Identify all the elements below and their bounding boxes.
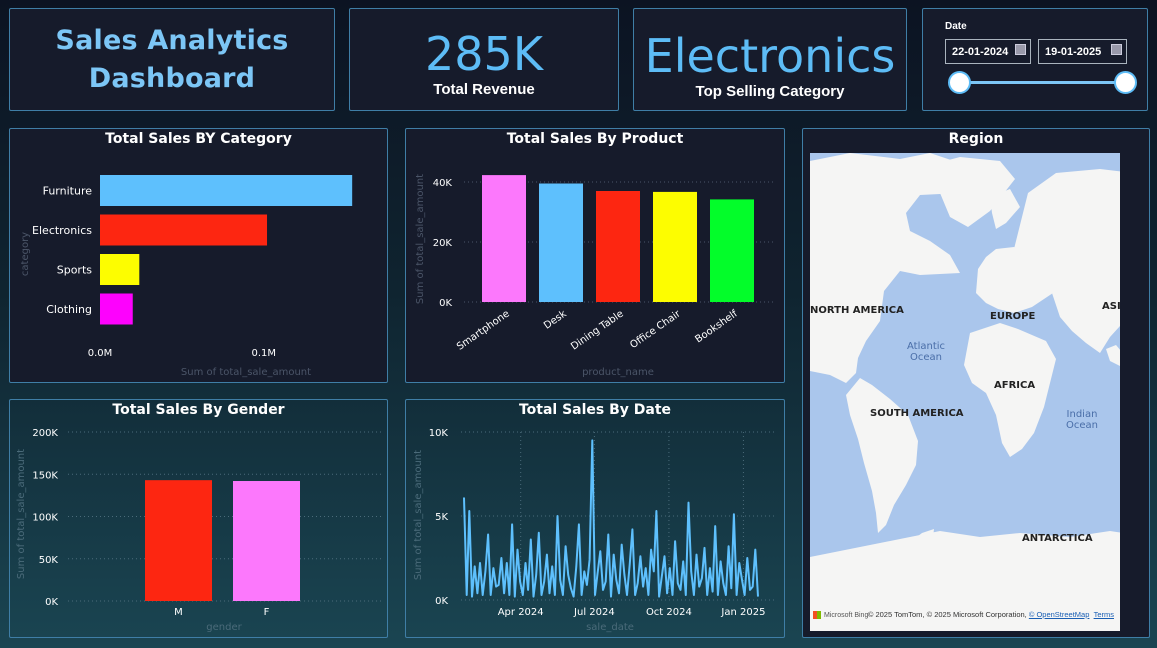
gender-y-tick-label: 0K [45, 597, 58, 608]
map-label-africa: AFRICA [994, 380, 1035, 391]
kpi-total-revenue-value: 285K [425, 27, 543, 81]
category-tick-label: Sports [57, 264, 93, 277]
product-bar-chart: Sum of total_sale_amount product_name 0K… [415, 174, 776, 378]
gender-y-axis-title: Sum of total_sale_amount [16, 449, 27, 579]
product-y-axis-title: Sum of total_sale_amount [415, 174, 426, 304]
kpi-top-category-label: Top Selling Category [695, 83, 845, 100]
dashboard-title: Sales Analytics Dashboard [55, 22, 288, 98]
date-y-axis-title: Sum of total_sale_amount [413, 450, 424, 580]
kpi-total-revenue-label: Total Revenue [433, 81, 535, 98]
date-slicer: Date 22-01-2024 19-01-2025 [922, 8, 1148, 111]
bing-logo: Microsoft Bing [813, 611, 868, 619]
category-bar[interactable] [100, 293, 133, 325]
gender-x-tick-label: F [264, 607, 270, 618]
terms-link[interactable]: Terms [1094, 610, 1114, 619]
date-sales-line[interactable] [463, 439, 759, 598]
product-bar[interactable] [539, 183, 583, 303]
map-label-indian-ocean: Indian Ocean [1066, 409, 1098, 431]
map-label-asia: ASIA [1102, 301, 1120, 312]
map-attribution: © 2025 TomTom, © 2025 Microsoft Corporat… [868, 610, 1114, 619]
bing-logo-text: Microsoft Bing [824, 611, 869, 619]
category-chart-card: Total Sales BY Category category Sum of … [9, 128, 388, 383]
gender-y-tick-label: 100K [32, 513, 58, 524]
category-bar[interactable] [100, 175, 353, 206]
product-x-tick-label: Dining Table [569, 308, 626, 352]
category-x-tick-label: 0.1M [251, 348, 276, 359]
category-bar-chart: category Sum of total_sale_amount Furnit… [20, 175, 353, 378]
product-bar[interactable] [482, 175, 526, 302]
world-map-image: NORTH AMERICA ASIA EUROPE AtlanticOcean … [810, 153, 1120, 631]
map-label-europe: EUROPE [990, 311, 1035, 322]
map-label-atlantic-ocean: Atlantic Ocean [907, 341, 945, 363]
category-bar[interactable] [100, 254, 140, 285]
dashboard-title-card: Sales Analytics Dashboard [9, 8, 335, 111]
gender-bar[interactable] [233, 481, 300, 601]
product-chart-card: Total Sales By Product Sum of total_sale… [405, 128, 785, 383]
product-bar[interactable] [710, 199, 754, 302]
date-line-chart: Sum of total_sale_amount sale_date 0K 5K 1… [413, 428, 776, 633]
date-chart-card: Total Sales By Date Sum of total_sale_am… [405, 399, 785, 638]
kpi-top-category-card: Electronics Top Selling Category [633, 8, 907, 111]
map-label-north-america: NORTH AMERICA [810, 305, 904, 316]
gender-bar[interactable] [145, 480, 212, 601]
product-x-tick-label: Bookshelf [693, 308, 740, 345]
category-bar[interactable] [100, 214, 268, 246]
product-y-tick-label: 0K [439, 298, 452, 309]
region-map[interactable]: NORTH AMERICA ASIA EUROPE AtlanticOcean … [810, 153, 1120, 631]
gender-y-tick-label: 50K [39, 555, 59, 566]
gender-y-tick-label: 150K [32, 470, 58, 481]
end-date-value: 19-01-2025 [1045, 45, 1102, 58]
date-y-tick-label: 10K [429, 428, 449, 439]
gender-x-tick-label: M [174, 607, 183, 618]
end-date-input[interactable]: 19-01-2025 [1038, 39, 1127, 64]
category-tick-label: Clothing [46, 303, 92, 316]
category-tick-label: Furniture [43, 185, 93, 198]
product-x-tick-label: Desk [542, 308, 569, 331]
calendar-icon[interactable] [1111, 44, 1122, 55]
date-slicer-label: Date [945, 21, 967, 32]
product-bar[interactable] [596, 191, 640, 302]
product-y-tick-label: 40K [433, 178, 453, 189]
map-label-south-america: SOUTH AMERICA [870, 408, 964, 419]
calendar-icon[interactable] [1015, 44, 1026, 55]
date-x-axis-title: sale_date [586, 622, 634, 633]
gender-x-axis-title: gender [206, 622, 242, 633]
gender-chart-card: Total Sales By Gender Sum of total_sale_… [9, 399, 388, 638]
product-x-tick-label: Smartphone [455, 308, 512, 352]
start-date-value: 22-01-2024 [952, 45, 1009, 58]
date-y-tick-label: 0K [435, 596, 448, 607]
product-x-axis-title: product_name [582, 367, 654, 378]
region-map-card: Region NORTH AMERICA ASIA EUROPE Atlanti… [802, 128, 1150, 638]
date-y-tick-label: 5K [435, 512, 448, 523]
date-x-tick-label: Oct 2024 [646, 607, 692, 618]
product-y-tick-label: 20K [433, 238, 453, 249]
gender-bar-chart: Sum of total_sale_amount gender 0K 50K 100… [16, 428, 382, 633]
start-date-input[interactable]: 22-01-2024 [945, 39, 1031, 64]
map-attribution-text: © 2025 TomTom, © 2025 Microsoft Corporat… [867, 610, 1029, 619]
product-bar[interactable] [653, 191, 697, 302]
date-range-start-handle[interactable] [948, 71, 971, 94]
map-label-antarctica: ANTARCTICA [1022, 533, 1093, 544]
category-x-tick-label: 0.0M [88, 348, 113, 359]
category-tick-label: Electronics [32, 224, 92, 237]
date-x-tick-label: Jan 2025 [720, 607, 765, 618]
openstreetmap-link[interactable]: © OpenStreetMap [1029, 610, 1090, 619]
product-x-tick-label: Office Chair [628, 308, 683, 351]
date-range-end-handle[interactable] [1114, 71, 1137, 94]
kpi-top-category-value: Electronics [644, 29, 896, 83]
title-line-2: Dashboard [88, 62, 256, 94]
gender-y-tick-label: 200K [32, 428, 58, 439]
category-y-axis-title: category [20, 232, 31, 276]
title-line-1: Sales Analytics [55, 24, 289, 56]
category-x-axis-title: Sum of total_sale_amount [181, 367, 311, 378]
date-range-slider-track[interactable] [959, 81, 1125, 84]
region-map-title: Region [948, 131, 1004, 147]
date-x-tick-label: Jul 2024 [573, 607, 615, 618]
kpi-total-revenue-card: 285K Total Revenue [349, 8, 619, 111]
date-x-tick-label: Apr 2024 [498, 607, 544, 618]
